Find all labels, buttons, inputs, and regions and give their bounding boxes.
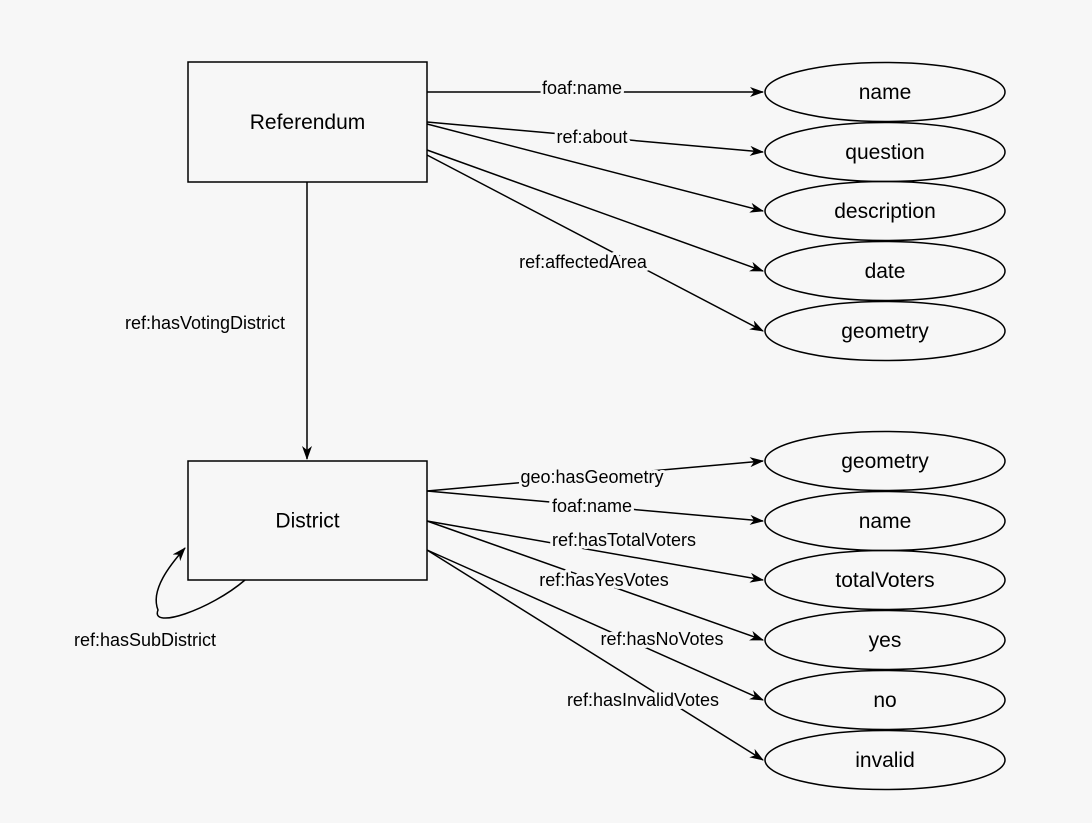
edge-label: foaf:name: [542, 78, 622, 98]
dis-geometry-property-label: geometry: [841, 450, 929, 473]
edge-referendum-to-ref-geometry: [426, 154, 764, 332]
edge-label: ref:hasInvalidVotes: [567, 690, 719, 710]
edge-label: ref:hasSubDistrict: [74, 630, 216, 650]
dis-no-property-label: no: [873, 689, 896, 712]
edge-label: ref:about: [556, 127, 627, 147]
ref-name-property-label: name: [859, 81, 912, 104]
dis-invalid-property-label: invalid: [855, 749, 915, 772]
edge-label: geo:hasGeometry: [520, 467, 663, 487]
edge-district-to-district: [155, 547, 246, 619]
edge-label: ref:hasVotingDistrict: [125, 313, 285, 333]
district-class-label: District: [275, 510, 339, 533]
edge-label: ref:affectedArea: [519, 252, 648, 272]
dis-yes-property-label: yes: [869, 629, 902, 652]
rdf-schema-diagram: Referendum District name question descriptio…: [71, 61, 1006, 791]
edge-label: ref:hasYesVotes: [539, 570, 668, 590]
ref-description-property-label: description: [834, 200, 936, 223]
ref-question-property-label: question: [845, 141, 924, 164]
ref-geometry-property-label: geometry: [841, 320, 929, 343]
dis-name-property-label: name: [859, 510, 912, 533]
ref-date-property-label: date: [865, 260, 906, 283]
edge-label: ref:hasNoVotes: [600, 629, 723, 649]
referendum-class-label: Referendum: [250, 111, 366, 134]
dis-totalVoters-property-label: totalVoters: [835, 569, 934, 592]
edge-label: foaf:name: [552, 496, 632, 516]
edge-label: ref:hasTotalVoters: [552, 530, 696, 550]
